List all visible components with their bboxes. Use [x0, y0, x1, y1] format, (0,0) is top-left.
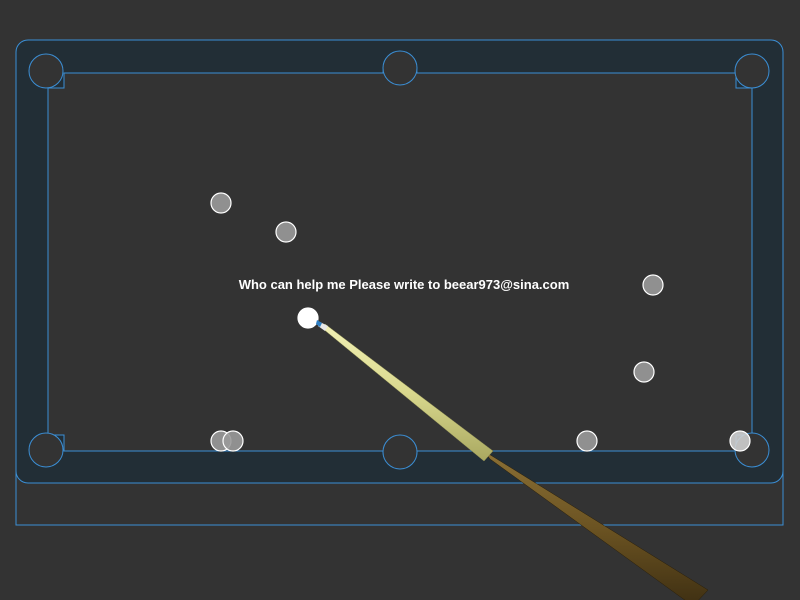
object-ball-4	[633, 361, 655, 383]
object-ball-8	[729, 430, 751, 452]
table-felt	[47, 55, 753, 469]
pocket-top-left	[28, 53, 64, 89]
object-ball-2	[275, 221, 297, 243]
object-ball-6	[222, 430, 244, 452]
object-ball-7	[576, 430, 598, 452]
pocket-top-middle	[382, 50, 418, 86]
pocket-top-right	[734, 53, 770, 89]
cue-ball[interactable]	[297, 307, 319, 329]
help-message: Who can help me Please write to beear973…	[238, 277, 570, 292]
pool-table-scene[interactable]	[0, 0, 800, 600]
pocket-bottom-left	[28, 432, 64, 468]
object-ball-1	[210, 192, 232, 214]
pocket-bottom-middle	[382, 434, 418, 470]
